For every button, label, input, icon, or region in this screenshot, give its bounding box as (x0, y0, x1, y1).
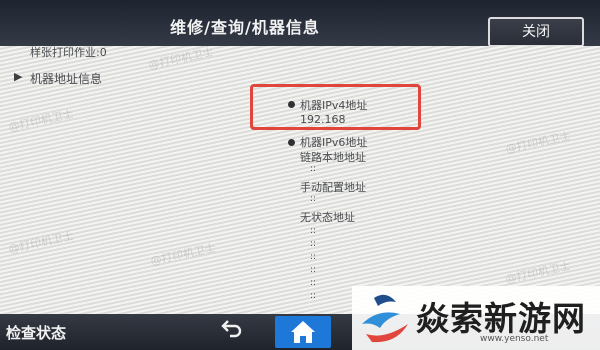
back-arrow-icon[interactable] (214, 318, 250, 344)
link-local-value: :: (310, 164, 317, 174)
watermark: @打印机卫士 (504, 129, 572, 156)
watermark: @打印机卫士 (7, 107, 75, 134)
bullet-icon (288, 101, 295, 108)
expand-arrow-icon[interactable]: ▶ (14, 70, 22, 83)
check-status-button[interactable]: 检查状态 (6, 322, 66, 343)
title-bar: 维修/查询/机器信息 关闭 (0, 0, 600, 47)
watermark: @打印机卫士 (147, 46, 215, 72)
machine-address-section[interactable]: 机器地址信息 (30, 70, 102, 87)
watermark: @打印机卫士 (149, 241, 217, 268)
stateless-value-4: :: (310, 265, 317, 275)
manual-config-label: 手动配置地址 (300, 181, 366, 194)
back-arrow-icon (221, 320, 242, 338)
stateless-value-5: :: (310, 278, 317, 288)
ipv4-value: 192.168 (300, 113, 346, 126)
home-button[interactable] (275, 316, 331, 348)
stateless-value-3: :: (310, 252, 317, 262)
watermark: @打印机卫士 (7, 229, 75, 256)
ipv6-label: 机器IPv6地址 (300, 136, 368, 149)
bullet-icon (288, 139, 295, 146)
single-print-jobs-text: 样张打印作业:0 (30, 46, 107, 59)
stateless-value-6: :: (310, 291, 317, 301)
stateless-label: 无状态地址 (300, 211, 355, 224)
stateless-value-1: :: (310, 226, 317, 236)
site-logo: 焱索新游网 www.yenso.net (352, 286, 600, 350)
logo-text: 焱索新游网 (416, 299, 586, 338)
manual-config-value: :: (310, 194, 317, 204)
close-button[interactable]: 关闭 (488, 17, 584, 47)
ipv4-label: 机器IPv4地址 (300, 99, 368, 112)
flame-logo-icon (362, 294, 408, 343)
home-icon (291, 321, 315, 343)
link-local-label: 链路本地地址 (300, 151, 366, 164)
logo-url: www.yenso.net (480, 334, 549, 344)
watermark: @打印机卫士 (504, 259, 572, 286)
info-panel[interactable]: @打印机卫士 @打印机卫士 @打印机卫士 @打印机卫士 @打印机卫士 @打印机卫… (0, 46, 600, 314)
stateless-value-2: :: (310, 239, 317, 249)
page-title: 维修/查询/机器信息 (170, 18, 320, 37)
